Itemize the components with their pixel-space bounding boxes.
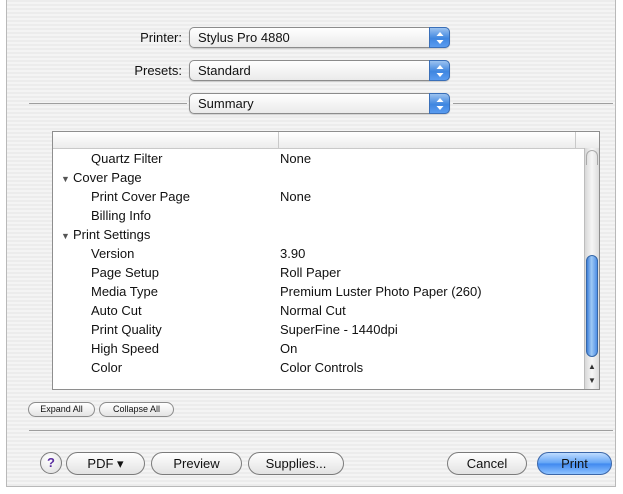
list-item[interactable]: Version 3.90 (53, 244, 573, 263)
expand-all-button[interactable]: Expand All (28, 402, 95, 417)
row-value: On (280, 341, 298, 356)
row-name: Billing Info (91, 208, 151, 223)
supplies-button[interactable]: Supplies... (248, 452, 344, 475)
row-name: Cover Page (73, 170, 142, 185)
row-name: Media Type (91, 284, 158, 299)
scroll-track-cap (586, 150, 598, 165)
column-separator (575, 132, 576, 148)
pane-popup-value: Summary (198, 96, 254, 111)
list-item[interactable]: Quartz Filter None (53, 149, 573, 168)
print-button[interactable]: Print (537, 452, 612, 475)
row-value: Color Controls (280, 360, 364, 375)
list-item[interactable]: ▼ Print Settings (53, 225, 573, 244)
row-name: Version (91, 246, 135, 261)
list-item[interactable]: Billing Info (53, 206, 573, 225)
presets-popup-value: Standard (198, 63, 251, 78)
summary-outline-list[interactable]: Quartz Filter None ▼ Cover Page Print Cov… (52, 131, 600, 390)
scroll-up-arrow-icon[interactable]: ▲ (585, 360, 599, 373)
row-value: None (280, 151, 312, 166)
row-name: High Speed (91, 341, 159, 356)
row-name: Print Cover Page (91, 189, 190, 204)
printer-label: Printer: (140, 30, 182, 45)
divider-left (29, 103, 187, 104)
list-item[interactable]: Auto Cut Normal Cut (53, 301, 573, 320)
column-separator (278, 132, 279, 148)
vertical-scrollbar[interactable]: ▲ ▼ (584, 148, 599, 389)
list-item[interactable]: Color Color Controls (53, 358, 573, 377)
row-name: Quartz Filter (91, 151, 163, 166)
list-item[interactable]: Page Setup Roll Paper (53, 263, 573, 282)
row-value: Premium Luster Photo Paper (260) (280, 284, 482, 299)
row-value: None (280, 189, 312, 204)
row-value: 3.90 (280, 246, 306, 261)
presets-label: Presets: (134, 63, 182, 78)
divider-right (453, 103, 613, 104)
row-value: Normal Cut (280, 303, 346, 318)
scroll-thumb[interactable] (586, 255, 598, 357)
row-name: Color (91, 360, 123, 375)
scroll-down-arrow-icon[interactable]: ▼ (585, 374, 599, 387)
popup-arrows-icon (429, 60, 450, 81)
collapse-all-button[interactable]: Collapse All (99, 402, 174, 417)
presets-popup[interactable]: Standard (189, 60, 450, 81)
preview-button[interactable]: Preview (151, 452, 242, 475)
row-name: Print Settings (73, 227, 151, 242)
list-item[interactable]: Print Cover Page None (53, 187, 573, 206)
pane-popup[interactable]: Summary (189, 93, 450, 114)
list-item[interactable]: Media Type Premium Luster Photo Paper (2… (53, 282, 573, 301)
row-value: Roll Paper (280, 265, 341, 280)
list-header (53, 132, 599, 149)
list-item[interactable]: High Speed On (53, 339, 573, 358)
footer-divider (29, 430, 613, 431)
row-name: Auto Cut (91, 303, 142, 318)
list-item[interactable]: ▼ Cover Page (53, 168, 573, 187)
help-icon[interactable]: ? (40, 452, 62, 474)
printer-popup-value: Stylus Pro 4880 (198, 30, 290, 45)
row-value: SuperFine - 1440dpi (280, 322, 398, 337)
popup-arrows-icon (429, 27, 450, 48)
row-name: Print Quality (91, 322, 162, 337)
list-item[interactable]: Print Quality SuperFine - 1440dpi (53, 320, 573, 339)
printer-popup[interactable]: Stylus Pro 4880 (189, 27, 450, 48)
print-dialog-sheet: Printer: Stylus Pro 4880 Presets: Standa… (6, 0, 616, 487)
cancel-button[interactable]: Cancel (447, 452, 527, 475)
popup-arrows-icon (429, 93, 450, 114)
row-name: Page Setup (91, 265, 159, 280)
pdf-menu-button[interactable]: PDF ▾ (66, 452, 145, 475)
